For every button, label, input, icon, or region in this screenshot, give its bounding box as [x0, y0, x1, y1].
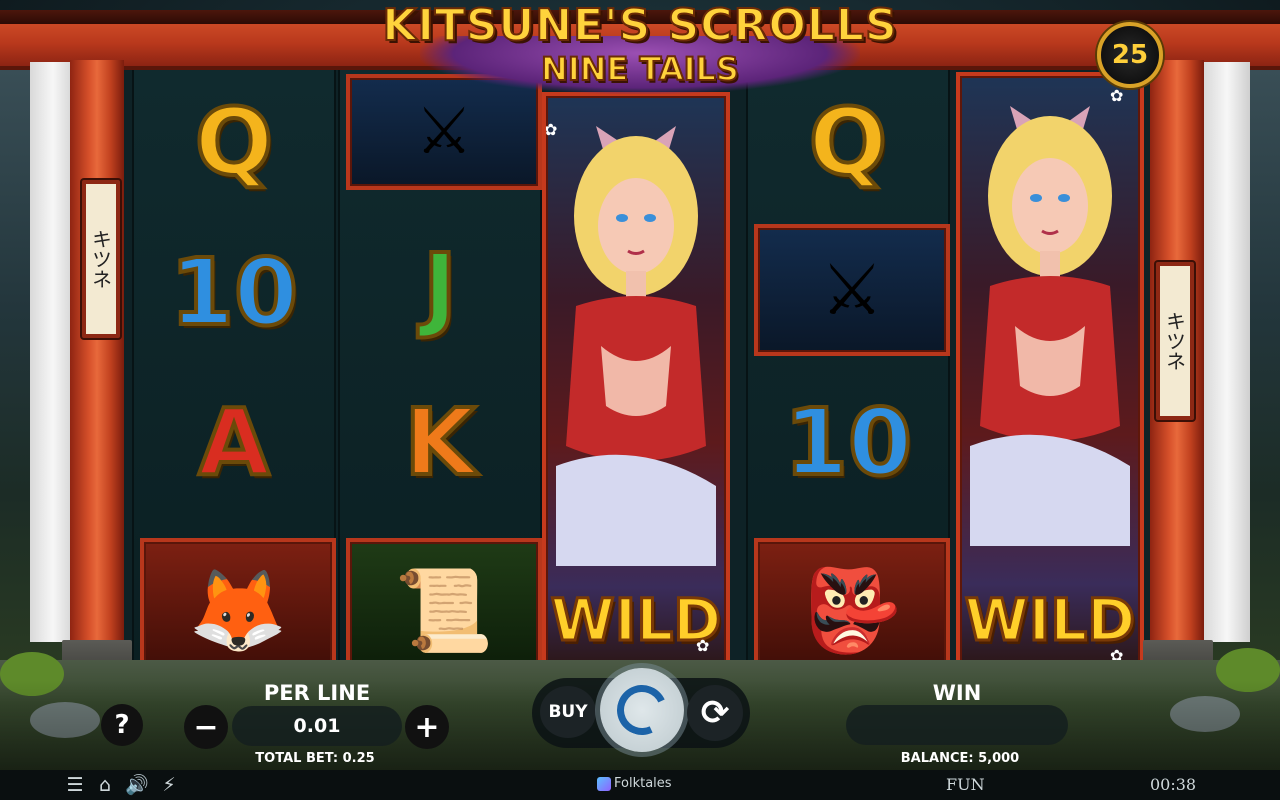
katana-icon: ⚔ [415, 95, 473, 169]
bet-per-line-value: 0.01 [232, 706, 402, 746]
menu-icon[interactable]: ☰ [62, 774, 88, 796]
speed-icon[interactable]: ⚡ [156, 774, 182, 796]
reel-2: ⚔ J K 📜 [338, 68, 542, 684]
kanji-sign-left: キツネ [82, 180, 120, 338]
reel-5-wild: WILD ✿ ✿ [956, 72, 1144, 678]
help-button[interactable]: ? [101, 704, 143, 746]
scroll-icon: 📜 [394, 564, 494, 657]
reel-grid: Q 10 A 🦊 ⚔ J K 📜 WILD ✿ ✿ Q ⚔ 10 👺 WILD … [122, 68, 1152, 684]
reel-4: Q ⚔ 10 👺 [746, 68, 950, 684]
folktales-logo-icon [597, 776, 611, 791]
game-subtitle: NINE TAILS [540, 49, 740, 89]
game-logo: KITSUNE'S SCROLLS NINE TAILS [380, 0, 900, 100]
clock: 00:38 [1150, 775, 1197, 794]
autoplay-icon: ⟳ [700, 693, 730, 733]
symbol-katana: ⚔ [754, 224, 950, 356]
symbol-k: K [402, 389, 477, 496]
game-title: KITSUNE'S SCROLLS [381, 0, 898, 52]
blossom-icon: ✿ [696, 636, 710, 655]
blossom-icon: ✿ [544, 120, 558, 139]
total-bet-text: TOTAL BET: 0.25 [255, 751, 375, 766]
autoplay-button[interactable]: ⟳ [687, 685, 743, 741]
increase-bet-button[interactable]: + [405, 705, 449, 749]
per-line-label: PER LINE [263, 681, 371, 705]
fox-girl-icon [556, 126, 716, 566]
win-value [846, 705, 1068, 745]
game-mode: FUN [946, 775, 985, 794]
paylines-badge: 25 [1097, 22, 1163, 88]
torii-pillar-left [70, 60, 124, 660]
blossom-icon: ✿ [1110, 86, 1124, 105]
reel-1: Q 10 A 🦊 [132, 68, 336, 684]
white-wall-right [1204, 62, 1250, 642]
decrease-bet-button[interactable]: − [184, 705, 228, 749]
sound-icon[interactable]: 🔊 [124, 774, 150, 796]
symbol-10: 10 [782, 389, 914, 496]
spin-icon [609, 677, 675, 743]
katana-icon: ⚔ [820, 249, 884, 331]
symbol-j: J [421, 234, 459, 341]
balance-text: BALANCE: 5,000 [900, 751, 1020, 766]
spin-button[interactable] [600, 668, 684, 752]
reel-3-wild: WILD ✿ ✿ [542, 92, 730, 678]
buy-bonus-button[interactable]: BUY [540, 686, 596, 738]
fire-fox-icon: 🦊 [188, 564, 288, 657]
win-label: WIN [932, 681, 982, 705]
provider-logo: Folktales [597, 776, 672, 791]
wild-label: WILD [963, 585, 1137, 656]
home-icon[interactable]: ⌂ [92, 774, 118, 796]
fox-girl-icon [970, 106, 1130, 546]
symbol-a: A [196, 389, 271, 496]
symbol-10: 10 [168, 239, 300, 346]
symbol-q: Q [193, 89, 275, 196]
fox-mask-icon: 👺 [802, 564, 902, 657]
kanji-sign-right: キツネ [1156, 262, 1194, 420]
